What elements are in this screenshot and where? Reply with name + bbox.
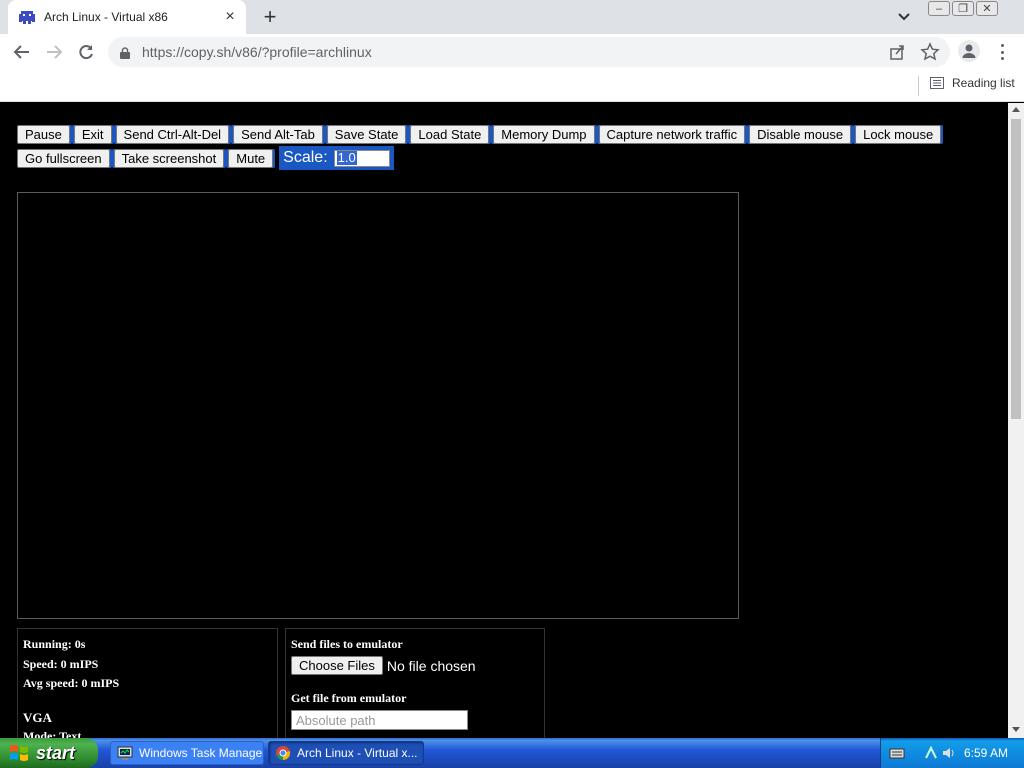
browser-tab[interactable]: Arch Linux - Virtual x86 ×	[8, 0, 246, 34]
tab-title: Arch Linux - Virtual x86	[44, 10, 168, 24]
lock-icon[interactable]	[120, 46, 130, 59]
emulator-controls: Pause Exit Send Ctrl-Alt-Del Send Alt-Ta…	[17, 122, 997, 170]
exit-button[interactable]: Exit	[73, 124, 112, 144]
task-manager-icon	[117, 746, 133, 760]
reading-list-icon	[930, 77, 944, 89]
windows-logo-icon	[10, 745, 28, 761]
profile-avatar-icon[interactable]	[958, 40, 980, 62]
taskbar-item-task-manager[interactable]: Windows Task Manager	[110, 741, 264, 765]
send-alt-tab-button[interactable]: Send Alt-Tab	[233, 124, 323, 144]
close-tab-icon[interactable]: ×	[222, 8, 238, 25]
system-tray: 6:59 AM	[880, 738, 1024, 768]
stats-panel: Running: 0s Speed: 0 mIPS Avg speed: 0 m…	[17, 628, 278, 738]
windows-taskbar: start Windows Task Manager Arch Linux - …	[0, 738, 1024, 768]
emulator-screen[interactable]	[17, 192, 739, 619]
minimize-icon[interactable]: –	[928, 1, 950, 16]
clock: 6:59 AM	[963, 746, 1008, 760]
choose-files-button[interactable]: Choose Files	[291, 656, 383, 675]
bookmarks-bar: Reading list	[0, 70, 1024, 102]
keyboard-icon[interactable]	[889, 746, 905, 760]
running-time: Running: 0s	[23, 637, 86, 651]
restore-icon[interactable]: ❐	[952, 1, 974, 16]
taskbar-item-label: Arch Linux - Virtual x...	[297, 746, 418, 760]
speed-stat: Speed: 0 mIPS	[23, 656, 99, 671]
volume-icon[interactable]	[941, 745, 957, 761]
new-tab-icon[interactable]: +	[258, 4, 282, 29]
go-fullscreen-button[interactable]: Go fullscreen	[17, 148, 110, 168]
share-icon[interactable]	[888, 43, 906, 61]
send-ctrl-alt-del-button[interactable]: Send Ctrl-Alt-Del	[115, 124, 230, 144]
mute-button[interactable]: Mute	[228, 148, 274, 168]
avg-speed-stat: Avg speed: 0 mIPS	[23, 676, 120, 690]
page-scrollbar[interactable]	[1008, 103, 1024, 738]
forward-arrow-icon[interactable]	[42, 40, 66, 64]
reload-icon[interactable]	[74, 40, 98, 64]
memory-dump-button[interactable]: Memory Dump	[493, 124, 595, 144]
chevron-down-icon[interactable]	[894, 8, 914, 26]
disable-mouse-button[interactable]: Disable mouse	[749, 124, 852, 144]
reading-list-button[interactable]: Reading list	[930, 76, 1015, 90]
scale-control: Scale: 1.0	[279, 146, 394, 170]
bookmark-star-icon[interactable]	[920, 42, 940, 62]
start-label: start	[36, 742, 76, 763]
network-icon[interactable]	[923, 745, 939, 761]
tab-strip: Arch Linux - Virtual x86 × + – ❐ ✕	[0, 0, 1024, 34]
scrollbar-thumb[interactable]	[1011, 119, 1021, 419]
save-state-button[interactable]: Save State	[326, 124, 407, 144]
capture-network-traffic-button[interactable]: Capture network traffic	[598, 124, 746, 144]
chrome-icon	[276, 746, 291, 761]
file-picker: Choose Files No file chosen	[291, 656, 539, 675]
pause-button[interactable]: Pause	[17, 124, 70, 144]
send-files-label: Send files to emulator	[291, 637, 403, 651]
back-arrow-icon[interactable]	[10, 40, 34, 64]
reading-list-label: Reading list	[952, 76, 1015, 90]
scale-input[interactable]: 1.0	[333, 149, 390, 167]
scale-label: Scale:	[283, 149, 328, 166]
controls-row-2: Go fullscreen Take screenshot Mute Scale…	[17, 146, 997, 170]
url-text[interactable]: https://copy.sh/v86/?profile=archlinux	[142, 44, 372, 60]
divider	[918, 76, 919, 96]
page-content: Pause Exit Send Ctrl-Alt-Del Send Alt-Ta…	[0, 103, 1008, 738]
scroll-up-icon[interactable]	[1012, 107, 1020, 112]
taskbar-item-label: Windows Task Manager	[139, 746, 264, 760]
load-state-button[interactable]: Load State	[410, 124, 490, 144]
close-icon[interactable]: ✕	[976, 1, 998, 16]
scroll-down-icon[interactable]	[1012, 727, 1020, 732]
get-file-label: Get file from emulator	[291, 691, 407, 705]
files-panel: Send files to emulator Choose Files No f…	[285, 628, 545, 738]
start-button[interactable]: start	[0, 738, 98, 768]
kebab-menu-icon[interactable]	[996, 42, 1008, 62]
absolute-path-input[interactable]: Absolute path	[291, 710, 468, 730]
controls-row-1: Pause Exit Send Ctrl-Alt-Del Send Alt-Ta…	[17, 122, 997, 146]
take-screenshot-button[interactable]: Take screenshot	[113, 148, 225, 168]
taskbar-item-chrome[interactable]: Arch Linux - Virtual x...	[268, 741, 424, 765]
browser-toolbar: https://copy.sh/v86/?profile=archlinux	[0, 34, 1024, 70]
scale-value: 1.0	[336, 150, 357, 165]
lock-mouse-button[interactable]: Lock mouse	[855, 124, 942, 144]
vga-heading: VGA	[23, 709, 52, 725]
window-controls: – ❐ ✕	[928, 1, 998, 16]
v86-favicon-icon	[18, 9, 36, 25]
address-bar[interactable]: https://copy.sh/v86/?profile=archlinux	[108, 37, 950, 67]
vga-mode: Mode: Text	[23, 729, 82, 738]
no-file-status: No file chosen	[386, 657, 476, 674]
